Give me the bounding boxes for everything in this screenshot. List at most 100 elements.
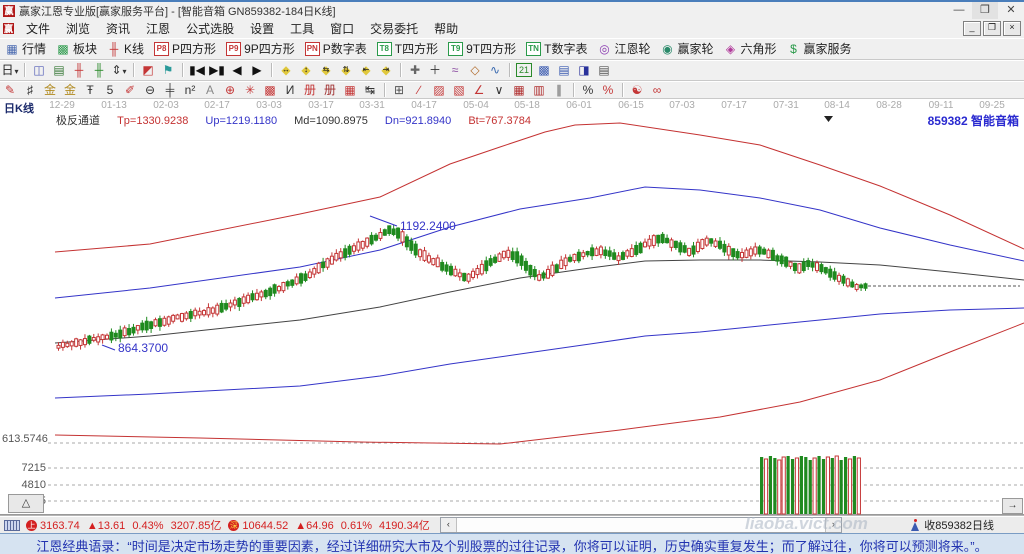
sh-index-quote[interactable]: 3163.74 ▲13.61 0.43% 3207.85亿 [40,517,225,533]
prev-bar-icon[interactable]: ◀ [228,62,246,78]
zigzag-tool-icon[interactable]: ≈ [446,62,464,78]
scrollbar-thumb[interactable] [455,518,826,532]
shaded-box2-icon[interactable]: ▧ [450,82,468,98]
ray-fan-icon[interactable]: ∕ [410,82,428,98]
maximize-button[interactable]: ❐ [972,2,998,19]
diamond-swap-v-icon[interactable]: ◆ ⇅ [337,62,355,78]
percent-icon[interactable]: % [579,82,597,98]
angle-pen-icon[interactable]: ✐ [121,82,139,98]
period-day-selector[interactable]: 日▾ [1,62,19,78]
time-ruler-icon[interactable]: ╪ [161,82,179,98]
menu-item-文件[interactable]: 文件 [18,20,58,38]
scrollbar-left-arrow[interactable]: ‹ [440,518,456,532]
mdi-restore-button[interactable]: ❐ [983,21,1001,36]
kline-chart-canvas[interactable]: 1192.2400 864.3700 [0,99,1024,515]
span-arrows-icon[interactable]: ↹ [361,82,379,98]
tower1-icon[interactable]: 册 [301,82,319,98]
percent-line-icon[interactable]: % [599,82,617,98]
toolbar-button-t-number-table[interactable]: TN T数字表 [521,38,592,59]
sz-index-icon[interactable]: 深 [228,519,240,531]
toolbar-button-p-square[interactable]: P8 P四方形 [149,38,221,59]
menu-item-浏览[interactable]: 浏览 [58,20,98,38]
toolbar-button-9p-square[interactable]: P9 9P四方形 [221,38,300,59]
time-divider-icon[interactable]: ♯ [21,82,39,98]
close-button[interactable]: ✕ [998,2,1024,19]
infinity-icon[interactable]: ∞ [648,82,666,98]
scrollbar-right-arrow[interactable]: › [825,518,841,532]
menu-item-帮助[interactable]: 帮助 [426,20,466,38]
axis-scale-icon[interactable]: ⇕▾ [110,62,128,78]
box-select-icon[interactable]: ⊞ [390,82,408,98]
diamond-left-icon[interactable]: ◆ ⇤ [357,62,375,78]
toolbar-button-gann-wheel[interactable]: ◎ 江恩轮 [592,38,655,59]
label-a-icon[interactable]: A [201,82,219,98]
pattern-tool-icon[interactable]: ◇ [466,62,484,78]
menu-item-公式选股[interactable]: 公式选股 [178,20,242,38]
toolbar-button-t-square[interactable]: T8 T四方形 [372,38,443,59]
cycle-circle-icon[interactable]: ⊖ [141,82,159,98]
toolbar-button-p-number-table[interactable]: PN P数字表 [300,38,372,59]
save-icon[interactable]: ◨ [575,62,593,78]
matrix-icon[interactable]: ▩ [261,82,279,98]
mdi-minimize-button[interactable]: _ [963,21,981,36]
hatch-icon[interactable]: ∥ [550,82,568,98]
calendar-icon[interactable]: 21 [516,63,532,77]
menu-item-江恩[interactable]: 江恩 [138,20,178,38]
toolbar-button-9t-square[interactable]: T9 9T四方形 [443,38,521,59]
diamond-right-icon[interactable]: ◆ ⇥ [377,62,395,78]
toolbar-button-hexagon[interactable]: ◈ 六角形 [719,38,782,59]
f-ratio-icon[interactable]: Ŧ [81,82,99,98]
chart-window-icon[interactable]: ◫ [30,62,48,78]
toolbar-button-quotes[interactable]: ▦ 行情 [0,38,51,59]
chart-area[interactable]: 江恩工具软件 QQ:100800360 聊吧 赢家 1192.2400864.3… [0,99,1024,515]
shaded-box-icon[interactable]: ▨ [430,82,448,98]
menu-item-设置[interactable]: 设置 [242,20,282,38]
spiral-icon[interactable]: 5 [101,82,119,98]
printer-icon[interactable]: ▤ [595,62,613,78]
diamond-expand-h-icon[interactable]: ◆ ↔ [277,62,295,78]
kline-style-red-icon[interactable]: ╫ [70,62,88,78]
toolbar-button-winner-service[interactable]: $ 赢家服务 [782,38,857,59]
crosshair-tool-icon[interactable]: ＋ [426,62,444,78]
toolbar-button-winner-wheel[interactable]: ◉ 赢家轮 [655,38,718,59]
tower2-icon[interactable]: 册 [321,82,339,98]
scroll-right-pane-button[interactable]: → [1002,498,1023,514]
menu-item-工具[interactable]: 工具 [282,20,322,38]
kline-style-green-icon[interactable]: ╫ [90,62,108,78]
next-bar-icon[interactable]: ▶ [248,62,266,78]
check-icon[interactable]: ∨ [490,82,508,98]
square-n2-icon[interactable]: n² [181,82,199,98]
grid-icon[interactable]: ▦ [341,82,359,98]
gann-circle-icon[interactable]: ⊕ [221,82,239,98]
minimize-button[interactable]: — [946,2,972,19]
flag-marker-icon[interactable]: ⚑ [159,62,177,78]
quote-mark-icon[interactable]: И [281,82,299,98]
sz-index-quote[interactable]: 10644.52 ▲64.96 0.61% 4190.34亿 [242,517,433,533]
menu-item-交易委托[interactable]: 交易委托 [362,20,426,38]
grid3-icon[interactable]: ▥ [530,82,548,98]
mdi-close-button[interactable]: × [1003,21,1021,36]
golden-section-icon[interactable]: 金 [41,82,59,98]
sh-index-icon[interactable]: 上 [26,519,37,531]
last-bar-icon[interactable]: ▶▮ [208,62,226,78]
overlay-chart-icon[interactable]: ◩ [139,62,157,78]
first-bar-icon[interactable]: ▮◀ [188,62,206,78]
menu-item-资讯[interactable]: 资讯 [98,20,138,38]
expand-pane-button[interactable]: △ [8,494,44,513]
starburst-icon[interactable]: ✳ [241,82,259,98]
calculator-icon[interactable]: ▩ [535,62,553,78]
pen-tool-icon[interactable]: ✎ [1,82,19,98]
hand-tool-icon[interactable]: ✚ [406,62,424,78]
diamond-swap-h-icon[interactable]: ◆ ⇆ [317,62,335,78]
golden-channel-icon[interactable]: 金 [61,82,79,98]
notebook-icon[interactable]: ▤ [555,62,573,78]
diamond-expand-v-icon[interactable]: ◆ ↕ [297,62,315,78]
grid2-icon[interactable]: ▦ [510,82,528,98]
toolbar-button-kline[interactable]: ╫ K线 [102,38,149,59]
horizontal-scrollbar[interactable]: ‹ › [439,517,842,533]
toolbar-button-sectors[interactable]: ▩ 板块 [51,38,102,59]
menu-item-窗口[interactable]: 窗口 [322,20,362,38]
keyboard-icon[interactable] [4,519,20,531]
angle-icon[interactable]: ∠ [470,82,488,98]
taiji-icon[interactable]: ☯ [628,82,646,98]
